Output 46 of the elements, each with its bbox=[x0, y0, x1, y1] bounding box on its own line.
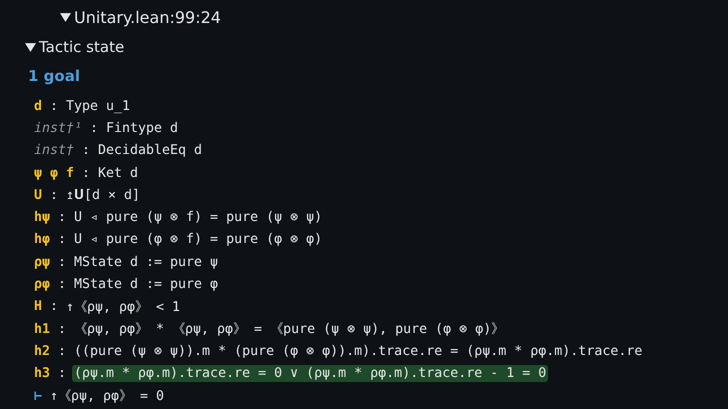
goal-type[interactable]: ↑《ρψ, ρφ》 = 0 bbox=[48, 386, 166, 406]
hypothesis-type[interactable]: MState d := pure φ bbox=[72, 276, 220, 294]
turnstile: ⊢ bbox=[34, 388, 44, 404]
hypothesis-name[interactable]: inst†¹ bbox=[34, 120, 82, 136]
hypothesis-type[interactable]: U ◃ pure (φ ⊗ f) = pure (φ ⊗ φ) bbox=[72, 231, 324, 248]
hypothesis-type[interactable]: MState d := pure ψ bbox=[72, 254, 220, 271]
hypothesis-type[interactable]: (ρψ.m * ρφ.m).trace.re = 0 ∨ (ρψ.m * ρφ.m).trace.re - 1 = 0 bbox=[72, 365, 548, 382]
hypothesis-type[interactable]: ↥𝐔[d × d] bbox=[64, 186, 142, 204]
colon: : bbox=[56, 277, 67, 292]
colon: : bbox=[81, 143, 92, 158]
hypothesis-type[interactable]: DecidableEq d bbox=[96, 142, 204, 160]
goal-count: 1 goal bbox=[27, 66, 81, 87]
hypothesis-name[interactable]: ψ φ f bbox=[34, 166, 74, 181]
hypothesis-name[interactable]: h2 bbox=[34, 344, 50, 359]
colon: : bbox=[89, 120, 100, 136]
file-position-title[interactable]: Unitary.lean:99:24 bbox=[74, 8, 221, 26]
hypothesis-type[interactable]: U ◃ pure (ψ ⊗ f) = pure (ψ ⊗ ψ) bbox=[72, 209, 324, 226]
colon: : bbox=[56, 366, 67, 382]
hypothesis-name[interactable]: hφ bbox=[34, 232, 50, 248]
hypothesis-name[interactable]: h3 bbox=[34, 366, 50, 382]
hypothesis-name[interactable]: inst† bbox=[34, 143, 74, 158]
colon: : bbox=[48, 299, 59, 314]
hypothesis-type[interactable]: Ket d bbox=[96, 164, 140, 182]
hypothesis-name[interactable]: ρψ bbox=[34, 254, 50, 270]
colon: : bbox=[56, 232, 67, 248]
hypothesis-name[interactable]: h1 bbox=[34, 322, 50, 337]
colon: : bbox=[48, 98, 59, 114]
section-title[interactable]: Tactic state bbox=[39, 38, 124, 56]
colon: : bbox=[48, 188, 59, 203]
hypothesis-type[interactable]: Fintype d bbox=[104, 120, 180, 137]
hypothesis-name[interactable]: hψ bbox=[34, 210, 50, 226]
colon: : bbox=[56, 344, 67, 359]
hypothesis-type[interactable]: ↑《ρψ, ρφ》 < 1 bbox=[64, 296, 182, 317]
hypothesis-name[interactable]: U bbox=[34, 188, 42, 203]
caret-icon[interactable] bbox=[60, 12, 71, 22]
hypothesis-type[interactable]: ((pure (ψ ⊗ ψ)).m * (pure (φ ⊗ φ)).m).trace.re = (ρψ.m * ρφ.m).trace.re bbox=[72, 342, 644, 360]
hypothesis-name[interactable]: ρφ bbox=[34, 277, 50, 292]
caret-icon[interactable] bbox=[25, 42, 36, 52]
hypothesis-type[interactable]: 《ρψ, ρφ》 * 《ρψ, ρφ》 = 《pure (ψ ⊗ ψ), pure (φ ⊗ φ)》 bbox=[72, 319, 506, 340]
hypothesis-name[interactable]: d bbox=[34, 98, 42, 114]
colon: : bbox=[56, 322, 67, 337]
colon: : bbox=[81, 166, 92, 181]
hypothesis-name[interactable]: H bbox=[34, 299, 42, 314]
colon: : bbox=[56, 210, 67, 226]
hypothesis-type[interactable]: Type u_1 bbox=[64, 98, 132, 115]
colon: : bbox=[56, 254, 67, 270]
